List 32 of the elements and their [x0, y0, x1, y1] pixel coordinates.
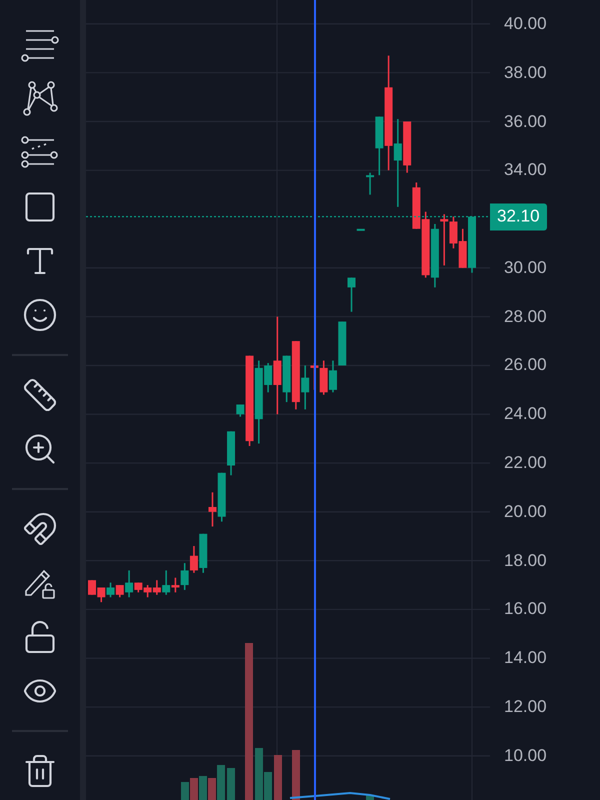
magnet-icon: [22, 511, 58, 547]
candle: [348, 278, 356, 312]
price-label: 38.00: [504, 62, 547, 83]
candle: [430, 224, 439, 288]
price-label: 22.00: [504, 453, 547, 474]
price-label: 10.00: [504, 746, 547, 766]
price-label: 12.00: [504, 697, 547, 718]
pattern-nodes-icon: [21, 80, 59, 118]
candle: [227, 431, 236, 476]
candle: [106, 582, 115, 598]
candle: [356, 228, 365, 231]
price-label: 28.00: [504, 306, 547, 327]
ruler-icon: [22, 377, 58, 413]
price-label: 20.00: [504, 502, 547, 522]
price-label: 40.00: [504, 14, 547, 34]
candle: [320, 360, 328, 395]
price-label: 30.00: [504, 258, 547, 278]
price-label: 16.00: [504, 599, 547, 620]
price-label: 24.00: [504, 404, 547, 424]
price-label: 34.00: [504, 160, 547, 180]
price-label: 14.00: [504, 648, 547, 668]
candle: [338, 322, 346, 366]
dotted-lines-icon: [20, 136, 60, 170]
price-label: 18.00: [504, 550, 547, 571]
candle: [144, 585, 152, 598]
last-price-badge: 32.10: [490, 203, 547, 230]
price-label: 36.00: [504, 112, 547, 132]
price-label: 26.00: [504, 355, 547, 376]
smiley-icon: [22, 297, 58, 333]
candle: [97, 588, 106, 602]
horizontal-lines-icon: [20, 28, 60, 62]
candle: [328, 360, 337, 392]
